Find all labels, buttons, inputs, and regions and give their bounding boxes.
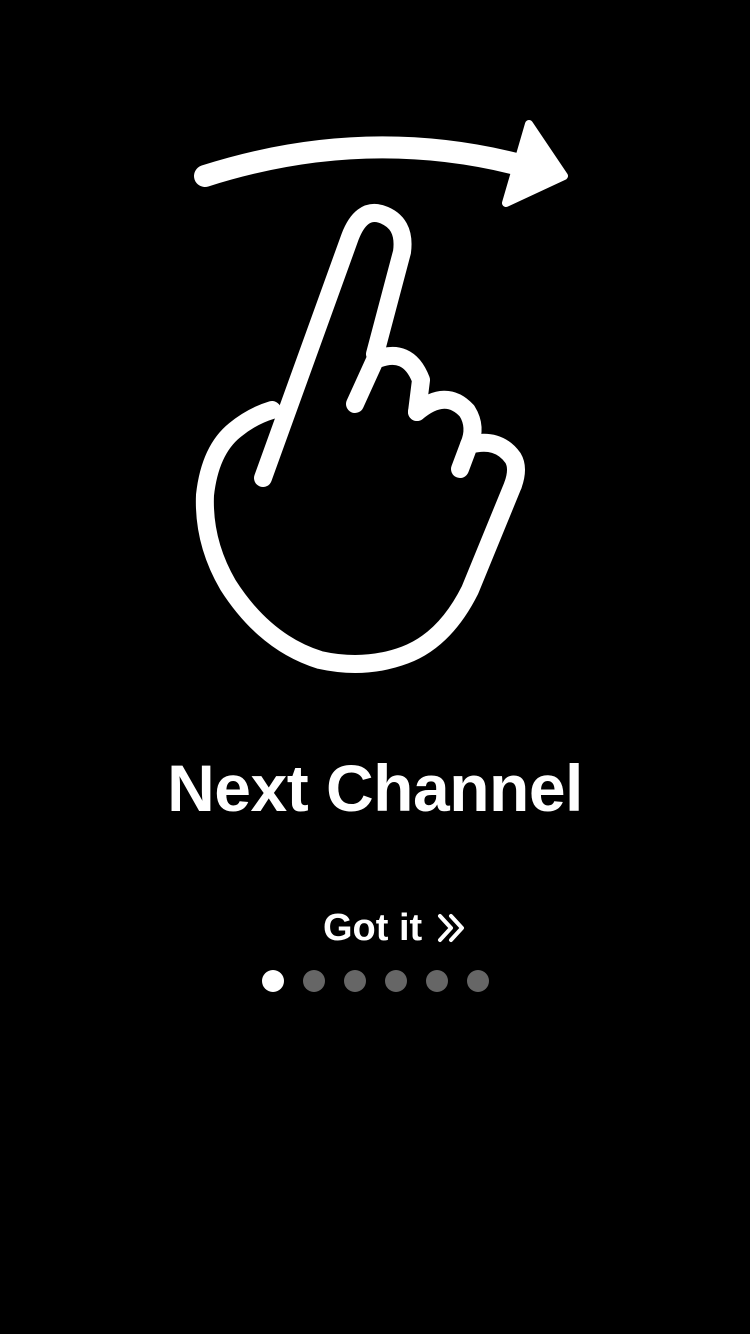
page-title: Next Channel — [167, 751, 583, 825]
page-dot[interactable] — [343, 970, 366, 992]
got-it-button[interactable]: Got it — [305, 900, 486, 956]
page-dot[interactable] — [384, 970, 407, 992]
page-dot[interactable] — [261, 970, 284, 992]
swipe-right-hand-icon — [194, 120, 568, 673]
page-dot[interactable] — [425, 970, 448, 992]
page-dot[interactable] — [302, 970, 325, 992]
page-dot[interactable] — [466, 970, 489, 992]
onboarding-screen: Next Channel Got it — [0, 0, 750, 1334]
got-it-label: Got it — [323, 906, 423, 949]
double-chevron-right-icon — [438, 914, 465, 942]
page-indicator — [0, 970, 750, 992]
